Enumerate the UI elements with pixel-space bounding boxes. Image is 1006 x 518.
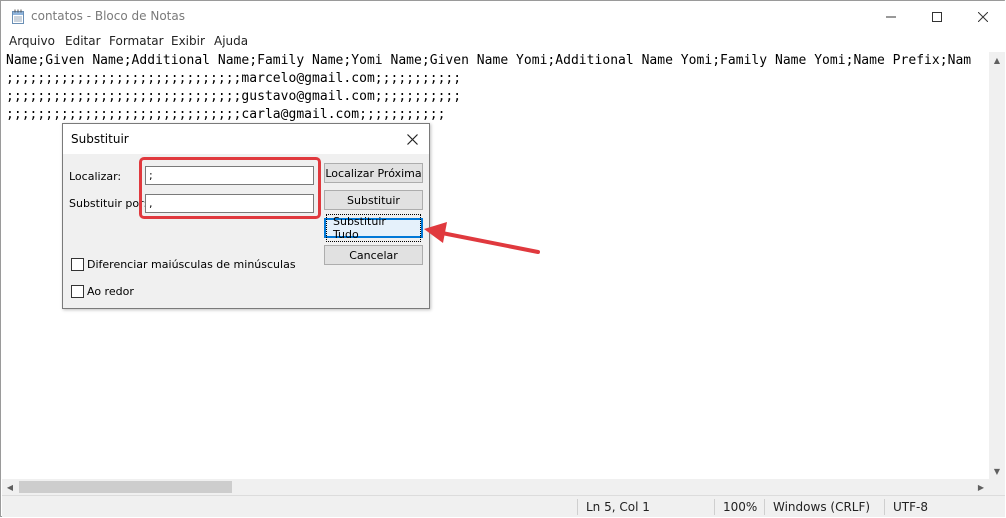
status-line-ending: Windows (CRLF): [773, 500, 871, 514]
notepad-icon: [12, 9, 24, 24]
editor-line: ;;;;;;;;;;;;;;;;;;;;;;;;;;;;;;gustavo@gm…: [6, 89, 462, 104]
arrow-right-icon[interactable]: ▶: [973, 479, 989, 495]
status-bar: Ln 5, Col 1 100% Windows (CRLF) UTF-8: [2, 495, 1005, 517]
dialog-title-bar: Substituir: [63, 124, 429, 154]
window-title: contatos - Bloco de Notas: [31, 9, 185, 23]
menu-editar[interactable]: Editar: [64, 34, 102, 48]
menu-arquivo[interactable]: Arquivo: [8, 34, 56, 48]
menu-formatar[interactable]: Formatar: [108, 34, 165, 48]
arrow-left-icon[interactable]: ◀: [2, 479, 18, 495]
replace-all-label: Substituir Tudo: [326, 214, 421, 242]
match-case-checkbox[interactable]: [71, 258, 84, 271]
menu-ajuda[interactable]: Ajuda: [213, 34, 249, 48]
editor-line: ;;;;;;;;;;;;;;;;;;;;;;;;;;;;;;marcelo@gm…: [6, 71, 462, 86]
match-case-label: Diferenciar maiúsculas de minúsculas: [87, 258, 296, 271]
title-bar: contatos - Bloco de Notas: [1, 1, 1005, 32]
status-separator: [764, 499, 765, 515]
minimize-button[interactable]: [868, 1, 914, 32]
status-position: Ln 5, Col 1: [586, 500, 650, 514]
status-zoom: 100%: [723, 500, 758, 514]
dialog-title: Substituir: [71, 132, 129, 146]
find-label: Localizar:: [69, 170, 122, 183]
status-separator: [884, 499, 885, 515]
maximize-button[interactable]: [914, 1, 960, 32]
dialog-close-button[interactable]: [403, 130, 421, 148]
close-icon: [406, 133, 418, 145]
find-next-button[interactable]: Localizar Próxima: [324, 163, 423, 183]
close-window-button[interactable]: [960, 1, 1006, 32]
vertical-scrollbar[interactable]: ▲ ▼: [989, 52, 1005, 479]
scrollbar-corner: [989, 479, 1005, 495]
editor-line: ;;;;;;;;;;;;;;;;;;;;;;;;;;;;;;carla@gmai…: [6, 107, 446, 122]
replace-button[interactable]: Substituir: [324, 190, 423, 210]
cancel-button[interactable]: Cancelar: [324, 245, 423, 265]
wrap-around-label: Ao redor: [87, 285, 134, 298]
minimize-icon: [886, 16, 896, 17]
status-separator: [577, 499, 578, 515]
menu-exibir[interactable]: Exibir: [170, 34, 206, 48]
editor-line: Name;Given Name;Additional Name;Family N…: [6, 53, 972, 68]
status-encoding: UTF-8: [893, 500, 928, 514]
horizontal-scroll-thumb[interactable]: [19, 481, 232, 493]
maximize-icon: [932, 11, 942, 22]
close-icon: [978, 11, 988, 22]
replace-dialog: Substituir Localizar: Substituir por: Lo…: [62, 123, 430, 309]
annotation-highlight-box: [139, 157, 321, 219]
replace-label: Substituir por:: [69, 197, 148, 210]
arrow-down-icon[interactable]: ▼: [989, 463, 1005, 479]
arrow-up-icon[interactable]: ▲: [989, 52, 1005, 68]
status-separator: [714, 499, 715, 515]
menu-bar: Arquivo Editar Formatar Exibir Ajuda: [1, 32, 1005, 52]
wrap-around-checkbox[interactable]: [71, 285, 84, 298]
horizontal-scrollbar[interactable]: ◀ ▶: [2, 479, 989, 495]
replace-all-button[interactable]: Substituir Tudo: [324, 214, 423, 242]
